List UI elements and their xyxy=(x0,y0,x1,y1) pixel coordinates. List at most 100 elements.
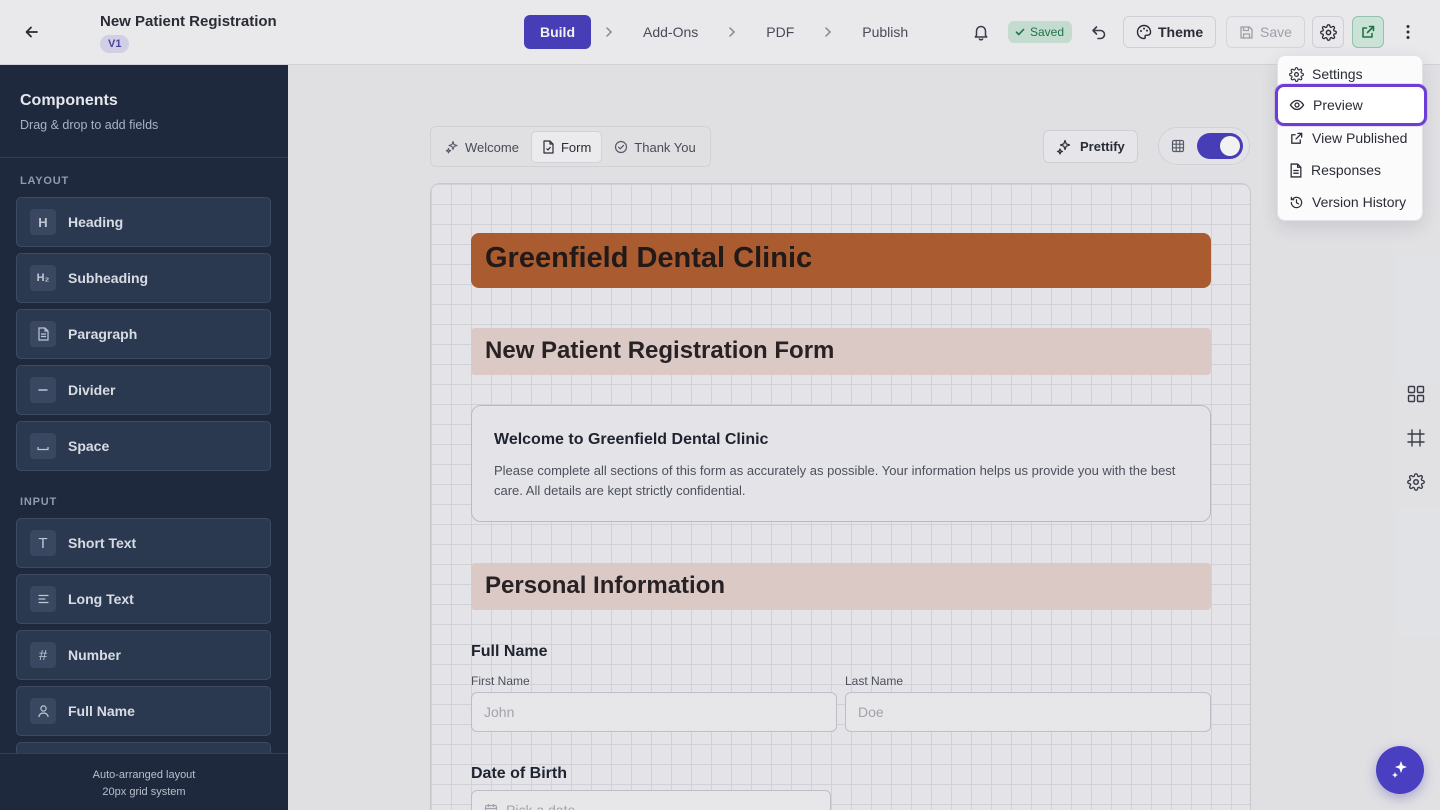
sidebar-subtitle: Drag & drop to add fields xyxy=(20,118,159,132)
more-options-button[interactable] xyxy=(1394,16,1422,48)
form-subheading: New Patient Registration Form xyxy=(485,337,835,364)
back-button[interactable] xyxy=(18,18,46,46)
palette-icon xyxy=(1136,24,1152,40)
first-name-input[interactable]: John xyxy=(471,692,837,732)
full-name-label: Full Name xyxy=(471,643,548,660)
menu-item-view-published[interactable]: View Published xyxy=(1278,123,1424,153)
user-icon xyxy=(30,698,56,724)
menu-item-responses[interactable]: Responses xyxy=(1278,155,1424,185)
grid-layout-icon xyxy=(1407,385,1425,403)
layout-grid-tool[interactable] xyxy=(1404,382,1428,406)
undo-button[interactable] xyxy=(1084,17,1114,47)
personal-info-section-block[interactable]: Personal Information xyxy=(471,563,1211,610)
tab-form[interactable]: Form xyxy=(530,131,603,163)
menu-item-label: Version History xyxy=(1312,194,1407,210)
welcome-heading: Welcome to Greenfield Dental Clinic xyxy=(494,431,769,448)
grid-toggle-switch[interactable] xyxy=(1197,133,1243,159)
more-vertical-icon xyxy=(1406,25,1410,39)
notifications-button[interactable] xyxy=(966,17,996,47)
component-heading[interactable]: H Heading xyxy=(16,197,271,247)
theme-button[interactable]: Theme xyxy=(1123,16,1217,48)
component-label: Full Name xyxy=(68,703,135,719)
last-name-label: Last Name xyxy=(845,674,904,688)
clinic-heading: Greenfield Dental Clinic xyxy=(485,242,813,274)
prettify-label: Prettify xyxy=(1080,139,1125,154)
footer-layout-note: Auto-arranged layout xyxy=(92,769,196,781)
form-title[interactable]: New Patient Registration xyxy=(100,13,277,30)
document-icon xyxy=(30,321,56,347)
component-short-text[interactable]: T Short Text xyxy=(16,518,271,568)
welcome-text: Please complete all sections of this for… xyxy=(494,463,1176,498)
section-label-layout: LAYOUT xyxy=(20,175,70,187)
component-paragraph[interactable]: Paragraph xyxy=(16,309,271,359)
theme-label: Theme xyxy=(1158,24,1204,40)
menu-item-version-history[interactable]: Version History xyxy=(1278,187,1424,217)
component-label: Divider xyxy=(68,382,116,398)
bell-icon xyxy=(974,25,988,41)
menu-item-label: Responses xyxy=(1311,162,1382,178)
step-publish[interactable]: Publish xyxy=(846,15,924,49)
component-number[interactable]: # Number xyxy=(16,630,271,680)
welcome-paragraph-block[interactable]: Welcome to Greenfield Dental Clinic Plea… xyxy=(471,405,1211,522)
save-label: Save xyxy=(1260,24,1292,40)
chevron-right-icon xyxy=(810,26,846,38)
grid-toggle[interactable] xyxy=(1158,127,1250,165)
external-link-icon xyxy=(1291,132,1303,144)
date-of-birth-input[interactable]: Pick a date xyxy=(471,790,831,810)
component-long-text[interactable]: Long Text xyxy=(16,574,271,624)
tab-welcome[interactable]: Welcome xyxy=(435,131,529,163)
open-external-button[interactable] xyxy=(1352,16,1384,48)
minus-icon xyxy=(30,377,56,403)
more-options-menu: Settings Preview View Published Response… xyxy=(1275,55,1427,221)
component-subheading[interactable]: H₂ Subheading xyxy=(16,253,271,303)
grid-icon xyxy=(1171,139,1185,153)
top-bar: New Patient Registration V1 Build Add-On… xyxy=(0,0,1440,65)
component-divider[interactable]: Divider xyxy=(16,365,271,415)
component-full-name[interactable]: Full Name xyxy=(16,686,271,736)
saved-label: Saved xyxy=(1030,25,1065,39)
step-add-ons[interactable]: Add-Ons xyxy=(627,15,714,49)
tab-thank-you[interactable]: Thank You xyxy=(604,131,705,163)
sparkles-icon xyxy=(1392,761,1407,778)
component-label: Number xyxy=(68,647,121,663)
lines-icon xyxy=(30,586,56,612)
gear-icon xyxy=(1319,23,1337,41)
arrow-left-icon xyxy=(25,26,38,38)
text-icon: T xyxy=(30,530,56,556)
gear-icon xyxy=(1407,473,1425,491)
component-label: Subheading xyxy=(68,270,149,286)
step-pdf[interactable]: PDF xyxy=(750,15,810,49)
clinic-heading-block[interactable]: Greenfield Dental Clinic xyxy=(471,233,1211,288)
tab-label: Form xyxy=(560,139,592,155)
save-button[interactable]: Save xyxy=(1226,16,1305,48)
menu-item-label: Preview xyxy=(1313,97,1363,113)
menu-item-preview[interactable]: Preview xyxy=(1275,84,1427,126)
personal-info-heading: Personal Information xyxy=(485,572,726,599)
magic-sparkles-icon xyxy=(1056,139,1071,155)
form-subheading-block[interactable]: New Patient Registration Form xyxy=(471,328,1211,375)
prettify-button[interactable]: Prettify xyxy=(1043,130,1138,163)
version-badge: V1 xyxy=(100,35,130,53)
component-label: Heading xyxy=(68,214,124,230)
step-build[interactable]: Build xyxy=(524,15,591,49)
chevron-right-icon xyxy=(714,26,750,38)
chevron-right-icon xyxy=(591,26,627,38)
gear-icon xyxy=(1289,66,1304,82)
eye-icon xyxy=(1289,99,1305,111)
document-icon xyxy=(543,140,554,154)
last-name-input[interactable]: Doe xyxy=(845,692,1211,732)
settings-button[interactable] xyxy=(1312,16,1344,48)
step-navigation: Build Add-Ons PDF Publish xyxy=(524,15,924,49)
components-sidebar: Components Drag & drop to add fields LAY… xyxy=(0,65,288,810)
page-tabs: Welcome Form Thank You xyxy=(430,126,711,167)
component-label: Space xyxy=(68,438,110,454)
frame-tool[interactable] xyxy=(1404,426,1428,450)
space-icon xyxy=(30,433,56,459)
canvas-settings-tool[interactable] xyxy=(1404,470,1428,494)
component-label: Short Text xyxy=(68,535,137,551)
subheading-icon: H₂ xyxy=(30,265,56,291)
ai-assistant-button[interactable] xyxy=(1376,746,1424,794)
date-of-birth-label: Date of Birth xyxy=(471,765,567,782)
component-space[interactable]: Space xyxy=(16,421,271,471)
component-label: Paragraph xyxy=(68,326,138,342)
